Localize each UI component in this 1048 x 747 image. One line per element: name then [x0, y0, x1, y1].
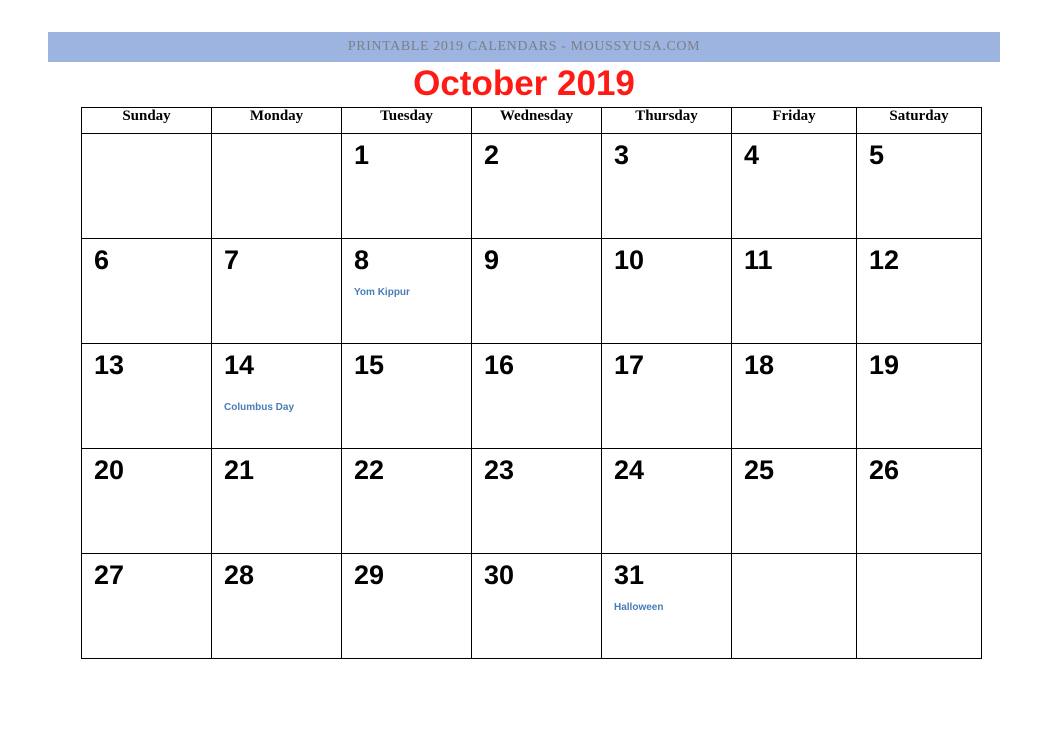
day-cell[interactable]: 18 — [731, 343, 857, 449]
day-cell[interactable]: 21 — [211, 448, 342, 554]
day-number: 6 — [94, 245, 110, 275]
day-cell[interactable]: 20 — [81, 448, 212, 554]
weekday-header-thursday: Thursday — [601, 107, 732, 134]
day-number: 29 — [354, 560, 385, 590]
day-cell[interactable] — [211, 133, 342, 239]
day-cell[interactable]: 30 — [471, 553, 602, 659]
day-cell[interactable]: 6 — [81, 238, 212, 344]
day-number: 5 — [869, 140, 885, 170]
day-cell[interactable]: 27 — [81, 553, 212, 659]
calendar-header-row: Sunday Monday Tuesday Wednesday Thursday… — [81, 107, 982, 134]
site-banner: PRINTABLE 2019 CALENDARS - MOUSSYUSA.COM — [48, 32, 1000, 62]
day-number: 21 — [224, 455, 255, 485]
day-cell[interactable]: 5 — [856, 133, 982, 239]
day-number: 12 — [869, 245, 900, 275]
day-cell[interactable]: 2 — [471, 133, 602, 239]
day-cell[interactable]: 7 — [211, 238, 342, 344]
day-number: 2 — [484, 140, 500, 170]
day-cell[interactable] — [731, 553, 857, 659]
calendar-week-row: 13 14 Columbus Day 15 16 17 18 19 — [81, 343, 982, 449]
day-number: 17 — [614, 350, 645, 380]
day-number: 3 — [614, 140, 630, 170]
calendar-week-row: 20 21 22 23 24 25 26 — [81, 448, 982, 554]
day-cell[interactable]: 28 — [211, 553, 342, 659]
day-number: 18 — [744, 350, 775, 380]
day-cell[interactable]: 16 — [471, 343, 602, 449]
day-number: 1 — [354, 140, 370, 170]
calendar-week-row: 6 7 8 Yom Kippur 9 10 11 12 — [81, 238, 982, 344]
day-cell[interactable] — [856, 553, 982, 659]
day-cell[interactable]: 15 — [341, 343, 472, 449]
page-title: October 2019 — [413, 64, 635, 103]
day-number: 19 — [869, 350, 900, 380]
calendar-week-row: 27 28 29 30 31 Halloween — [81, 553, 982, 659]
calendar-body: 1 2 3 4 5 6 7 8 Yom Kippur 9 10 11 12 13 … — [81, 133, 982, 659]
day-number: 4 — [744, 140, 760, 170]
day-number: 13 — [94, 350, 125, 380]
day-event: Yom Kippur — [354, 287, 410, 298]
day-number: 24 — [614, 455, 645, 485]
day-number: 30 — [484, 560, 515, 590]
day-number: 28 — [224, 560, 255, 590]
calendar-grid: Sunday Monday Tuesday Wednesday Thursday… — [81, 107, 982, 659]
day-number: 23 — [484, 455, 515, 485]
day-cell[interactable]: 24 — [601, 448, 732, 554]
weekday-header-sunday: Sunday — [81, 107, 212, 134]
day-number: 22 — [354, 455, 385, 485]
day-number: 31 — [614, 560, 645, 590]
day-cell[interactable]: 14 Columbus Day — [211, 343, 342, 449]
day-cell[interactable]: 26 — [856, 448, 982, 554]
weekday-header-friday: Friday — [731, 107, 857, 134]
day-cell[interactable]: 23 — [471, 448, 602, 554]
day-cell[interactable]: 12 — [856, 238, 982, 344]
day-number: 15 — [354, 350, 385, 380]
weekday-header-wednesday: Wednesday — [471, 107, 602, 134]
day-event: Columbus Day — [224, 402, 295, 413]
day-cell[interactable]: 13 — [81, 343, 212, 449]
day-cell[interactable]: 22 — [341, 448, 472, 554]
day-cell[interactable]: 19 — [856, 343, 982, 449]
day-cell[interactable]: 29 — [341, 553, 472, 659]
day-number: 7 — [224, 245, 240, 275]
day-cell[interactable]: 10 — [601, 238, 732, 344]
day-cell[interactable]: 17 — [601, 343, 732, 449]
day-cell[interactable]: 8 Yom Kippur — [341, 238, 472, 344]
day-cell[interactable]: 31 Halloween — [601, 553, 732, 659]
banner-text: PRINTABLE 2019 CALENDARS - MOUSSYUSA.COM — [347, 39, 701, 54]
day-number: 26 — [869, 455, 900, 485]
day-number: 8 — [354, 245, 370, 275]
weekday-header-saturday: Saturday — [856, 107, 982, 134]
day-cell[interactable]: 25 — [731, 448, 857, 554]
day-cell[interactable]: 1 — [341, 133, 472, 239]
day-number: 11 — [744, 245, 773, 275]
day-event: Halloween — [614, 602, 664, 613]
day-number: 9 — [484, 245, 500, 275]
day-cell[interactable]: 4 — [731, 133, 857, 239]
weekday-header-monday: Monday — [211, 107, 342, 134]
day-number: 20 — [94, 455, 125, 485]
day-number: 10 — [614, 245, 645, 275]
calendar-week-row: 1 2 3 4 5 — [81, 133, 982, 239]
weekday-header-tuesday: Tuesday — [341, 107, 472, 134]
day-cell[interactable]: 9 — [471, 238, 602, 344]
day-cell[interactable]: 11 — [731, 238, 857, 344]
day-cell[interactable] — [81, 133, 212, 239]
day-number: 14 — [224, 350, 255, 380]
day-number: 25 — [744, 455, 775, 485]
day-number: 16 — [484, 350, 515, 380]
day-number: 27 — [94, 560, 125, 590]
day-cell[interactable]: 3 — [601, 133, 732, 239]
